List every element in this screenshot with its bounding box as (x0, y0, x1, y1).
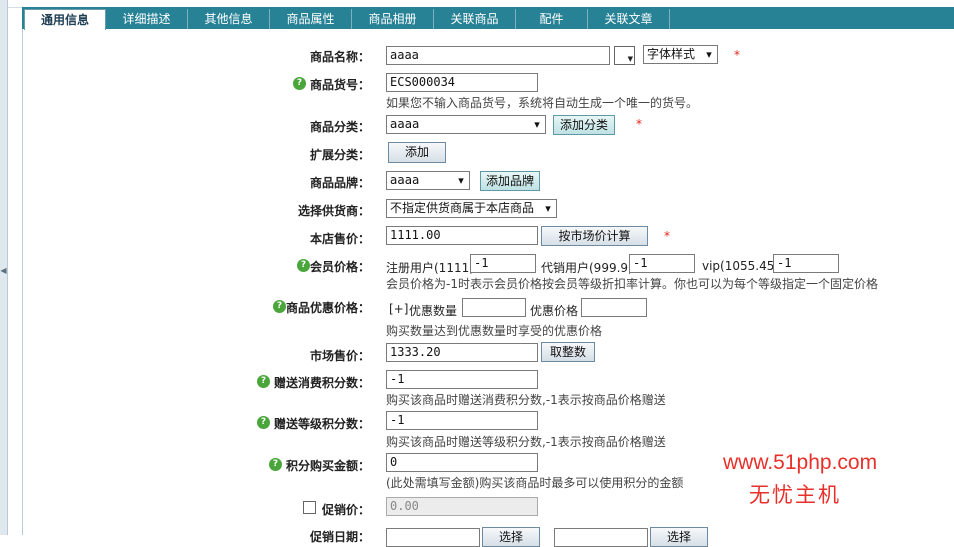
watermark-brand: 无忧主机 (749, 483, 841, 507)
member-price-note: 会员价格为-1时表示会员价格按会员等级折扣率计算。你也可以为每个等级指定一个固定… (386, 277, 878, 291)
brand-select[interactable]: aaaa ▾ (386, 171, 470, 190)
brand-value: aaaa (390, 173, 420, 187)
goods-sn-input[interactable]: ECS000034 (386, 73, 538, 92)
collapse-sidebar-icon[interactable]: ◀ (0, 262, 7, 280)
category-select[interactable]: aaaa ▾ (386, 115, 546, 134)
chevron-down-icon: ▾ (545, 202, 551, 215)
volume-price-note: 购买数量达到优惠数量时享受的优惠价格 (386, 324, 603, 338)
member-level-name: 注册用户(1111) (386, 261, 474, 275)
member-level-name: 代销用户(999.9) (541, 261, 633, 275)
give-integral-label: 赠送消费积分数： (273, 376, 370, 390)
tab-general-info[interactable]: 通用信息 (24, 9, 106, 30)
shop-price-input[interactable]: 1111.00 (386, 226, 538, 245)
volume-qty-label: 优惠数量 (409, 304, 458, 318)
goods-name-input[interactable]: aaaa (386, 46, 610, 65)
market-price-input[interactable]: 1333.20 (386, 343, 538, 362)
supplier-value: 不指定供货商属于本店商品 (390, 201, 535, 215)
goods-sn-note: 如果您不输入商品货号，系统将自动生成一个唯一的货号。 (386, 96, 699, 110)
supplier-select[interactable]: 不指定供货商属于本店商品 ▾ (386, 199, 557, 218)
calc-by-market-price-button[interactable]: 按市场价计算 (541, 226, 648, 246)
round-integer-button[interactable]: 取整数 (541, 342, 595, 362)
member-price-label: 会员价格： (309, 260, 370, 274)
rank-integral-label: 赠送等级积分数： (273, 417, 370, 431)
promote-price-label: 促销价： (321, 503, 370, 517)
market-price-label: 市场售价： (309, 349, 370, 363)
integral-label: 积分购买金额： (285, 459, 370, 473)
add-ext-category-button[interactable]: 添加 (388, 142, 446, 163)
volume-price-input[interactable] (581, 298, 647, 317)
watermark-url: www.51php.com (723, 451, 878, 474)
required-mark: * (664, 229, 670, 243)
promote-date-label: 促销日期： (309, 530, 370, 544)
tab-detail-description[interactable]: 详细描述 (106, 9, 188, 29)
category-label: 商品分类： (309, 120, 370, 134)
tab-other-info[interactable]: 其他信息 (188, 9, 270, 29)
chevron-down-icon: ▾ (706, 48, 712, 61)
member-price-input[interactable]: -1 (773, 254, 839, 273)
integral-input[interactable]: 0 (386, 453, 538, 472)
member-level-name: vip(1055.45) (702, 259, 780, 273)
volume-price-label: 商品优惠价格： (285, 301, 370, 315)
font-color-picker[interactable]: ▼ (614, 46, 635, 65)
add-volume-price-link[interactable]: [+] (389, 302, 408, 316)
member-price-input[interactable]: -1 (470, 254, 536, 273)
font-style-value: 字体样式 (647, 47, 696, 61)
tab-related-articles[interactable]: 关联文章 (588, 9, 670, 29)
integral-note: (此处需填写金额)购买该商品时最多可以使用积分的金额 (386, 476, 684, 490)
tab-bar: 通用信息 详细描述 其他信息 商品属性 商品相册 关联商品 配件 关联文章 (22, 7, 954, 30)
member-price-input[interactable]: -1 (629, 254, 695, 273)
category-value: aaaa (390, 117, 420, 131)
rank-integral-note: 购买该商品时赠送等级积分数,-1表示按商品价格赠送 (386, 435, 666, 449)
brand-label: 商品品牌： (309, 176, 370, 190)
required-mark: * (636, 117, 642, 131)
chevron-down-icon: ▾ (458, 174, 464, 187)
promote-end-date-input[interactable] (554, 528, 648, 547)
give-integral-note: 购买该商品时赠送消费积分数,-1表示按商品价格赠送 (386, 393, 666, 407)
add-brand-button[interactable]: 添加品牌 (480, 171, 540, 191)
volume-qty-input[interactable] (462, 298, 526, 317)
volume-price-text: 优惠价格 (530, 304, 579, 318)
promote-end-date-button[interactable]: 选择 (650, 527, 708, 547)
required-mark: * (734, 48, 740, 62)
tab-goods-gallery[interactable]: 商品相册 (352, 9, 434, 29)
supplier-label: 选择供货商： (297, 204, 370, 218)
tab-goods-attributes[interactable]: 商品属性 (270, 9, 352, 29)
rank-integral-input[interactable]: -1 (386, 411, 538, 430)
add-category-button[interactable]: 添加分类 (553, 115, 615, 135)
promote-start-date-button[interactable]: 选择 (482, 527, 540, 547)
promote-start-date-input[interactable] (386, 528, 480, 547)
promote-price-input[interactable]: 0.00 (386, 497, 538, 516)
font-style-select[interactable]: 字体样式 ▾ (643, 45, 718, 64)
goods-name-label: 商品名称： (309, 50, 370, 64)
goods-sn-label: 商品货号： (309, 78, 370, 92)
tab-related-goods[interactable]: 关联商品 (434, 9, 516, 29)
give-integral-input[interactable]: -1 (386, 370, 538, 389)
shop-price-label: 本店售价： (309, 232, 370, 246)
dropdown-arrow-icon: ▼ (627, 55, 633, 63)
chevron-down-icon: ▾ (534, 118, 540, 131)
tab-accessories[interactable]: 配件 (516, 9, 588, 29)
ext-category-label: 扩展分类： (309, 148, 370, 162)
